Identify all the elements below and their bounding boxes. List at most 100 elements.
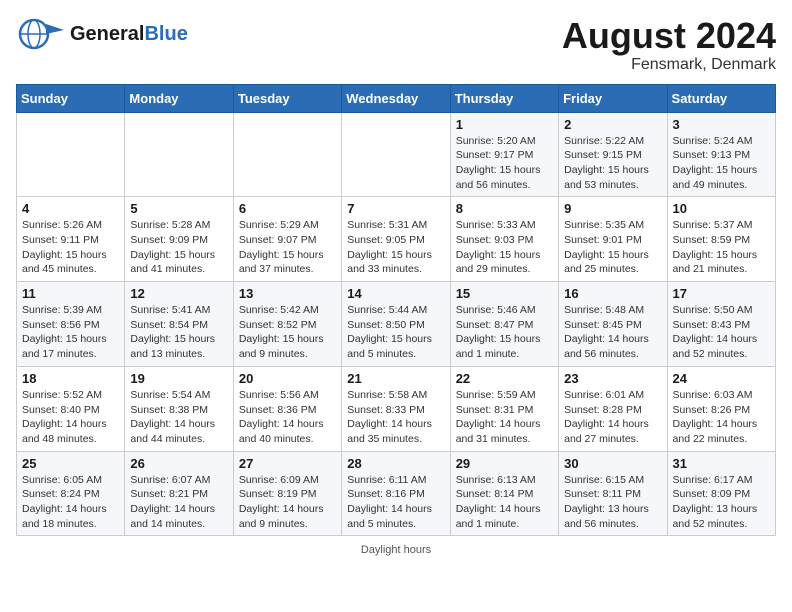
calendar-cell: 1 Sunrise: 5:20 AMSunset: 9:17 PMDaylight… [450,112,558,197]
day-info: Sunrise: 6:11 AMSunset: 8:16 PMDaylight:… [347,473,444,532]
calendar-cell: 18Sunrise: 5:52 AMSunset: 8:40 PMDayligh… [17,366,125,451]
logo-text-block: GeneralBlue [70,23,188,45]
col-sunday: Sunday [17,84,125,112]
calendar-cell: 31 Sunrise: 6:17 AMSunset: 8:09 PMDayligh… [667,451,775,536]
day-info: Sunrise: 5:20 AMSunset: 9:17 PMDaylight:… [456,134,553,193]
calendar-cell [125,112,233,197]
calendar-week-3: 11Sunrise: 5:39 AMSunset: 8:56 PMDayligh… [17,282,776,367]
day-info: Sunrise: 6:07 AMSunset: 8:21 PMDaylight:… [130,473,227,532]
calendar-cell: 22 Sunrise: 5:59 AMSunset: 8:31 PMDayligh… [450,366,558,451]
day-number: 12 [130,286,227,301]
calendar-week-4: 18Sunrise: 5:52 AMSunset: 8:40 PMDayligh… [17,366,776,451]
footer-note: Daylight hours [16,544,776,556]
day-info: Sunrise: 5:35 AMSunset: 9:01 PMDaylight:… [564,218,661,277]
day-number: 31 [673,456,770,471]
day-info: Sunrise: 5:28 AMSunset: 9:09 PMDaylight:… [130,218,227,277]
calendar-cell: 26 Sunrise: 6:07 AMSunset: 8:21 PMDayligh… [125,451,233,536]
calendar-cell [17,112,125,197]
day-number: 28 [347,456,444,471]
day-number: 24 [673,371,770,386]
calendar-cell: 29Sunrise: 6:13 AMSunset: 8:14 PMDayligh… [450,451,558,536]
day-info: Sunrise: 5:46 AMSunset: 8:47 PMDaylight:… [456,303,553,362]
col-monday: Monday [125,84,233,112]
day-number: 22 [456,371,553,386]
calendar-cell [233,112,341,197]
day-info: Sunrise: 6:17 AMSunset: 8:09 PMDaylight:… [673,473,770,532]
day-info: Sunrise: 5:56 AMSunset: 8:36 PMDaylight:… [239,388,336,447]
day-number: 17 [673,286,770,301]
logo-blue: Blue [144,23,187,45]
day-number: 9 [564,201,661,216]
day-info: Sunrise: 6:03 AMSunset: 8:26 PMDaylight:… [673,388,770,447]
day-info: Sunrise: 6:09 AMSunset: 8:19 PMDaylight:… [239,473,336,532]
day-number: 1 [456,117,553,132]
day-info: Sunrise: 6:13 AMSunset: 8:14 PMDaylight:… [456,473,553,532]
day-info: Sunrise: 5:26 AMSunset: 9:11 PMDaylight:… [22,218,119,277]
logo-general: General [70,23,144,45]
day-info: Sunrise: 5:58 AMSunset: 8:33 PMDaylight:… [347,388,444,447]
day-number: 15 [456,286,553,301]
calendar-cell: 15 Sunrise: 5:46 AMSunset: 8:47 PMDayligh… [450,282,558,367]
day-number: 20 [239,371,336,386]
day-info: Sunrise: 5:54 AMSunset: 8:38 PMDaylight:… [130,388,227,447]
day-number: 3 [673,117,770,132]
day-info: Sunrise: 5:39 AMSunset: 8:56 PMDaylight:… [22,303,119,362]
day-info: Sunrise: 6:15 AMSunset: 8:11 PMDaylight:… [564,473,661,532]
day-number: 13 [239,286,336,301]
calendar-cell: 21Sunrise: 5:58 AMSunset: 8:33 PMDayligh… [342,366,450,451]
page-title: August 2024 [562,16,776,56]
col-thursday: Thursday [450,84,558,112]
day-info: Sunrise: 5:44 AMSunset: 8:50 PMDaylight:… [347,303,444,362]
day-number: 26 [130,456,227,471]
calendar-cell: 28 Sunrise: 6:11 AMSunset: 8:16 PMDayligh… [342,451,450,536]
day-number: 19 [130,371,227,386]
day-number: 6 [239,201,336,216]
calendar-cell: 9 Sunrise: 5:35 AMSunset: 9:01 PMDaylight… [559,197,667,282]
calendar-cell: 20 Sunrise: 5:56 AMSunset: 8:36 PMDayligh… [233,366,341,451]
day-info: Sunrise: 5:59 AMSunset: 8:31 PMDaylight:… [456,388,553,447]
day-number: 16 [564,286,661,301]
day-number: 10 [673,201,770,216]
day-info: Sunrise: 5:42 AMSunset: 8:52 PMDaylight:… [239,303,336,362]
col-wednesday: Wednesday [342,84,450,112]
day-number: 2 [564,117,661,132]
day-number: 8 [456,201,553,216]
calendar-cell: 16Sunrise: 5:48 AMSunset: 8:45 PMDayligh… [559,282,667,367]
calendar-cell: 14Sunrise: 5:44 AMSunset: 8:50 PMDayligh… [342,282,450,367]
day-info: Sunrise: 5:33 AMSunset: 9:03 PMDaylight:… [456,218,553,277]
calendar-cell: 10 Sunrise: 5:37 AMSunset: 8:59 PMDayligh… [667,197,775,282]
calendar-cell: 30 Sunrise: 6:15 AMSunset: 8:11 PMDayligh… [559,451,667,536]
day-number: 30 [564,456,661,471]
day-info: Sunrise: 5:37 AMSunset: 8:59 PMDaylight:… [673,218,770,277]
calendar-week-5: 25Sunrise: 6:05 AMSunset: 8:24 PMDayligh… [17,451,776,536]
calendar-body: 1 Sunrise: 5:20 AMSunset: 9:17 PMDaylight… [17,112,776,536]
col-tuesday: Tuesday [233,84,341,112]
days-of-week-row: Sunday Monday Tuesday Wednesday Thursday… [17,84,776,112]
day-info: Sunrise: 5:52 AMSunset: 8:40 PMDaylight:… [22,388,119,447]
day-info: Sunrise: 5:29 AMSunset: 9:07 PMDaylight:… [239,218,336,277]
calendar-cell: 24 Sunrise: 6:03 AMSunset: 8:26 PMDayligh… [667,366,775,451]
day-info: Sunrise: 5:31 AMSunset: 9:05 PMDaylight:… [347,218,444,277]
day-info: Sunrise: 5:41 AMSunset: 8:54 PMDaylight:… [130,303,227,362]
day-number: 27 [239,456,336,471]
calendar-cell: 27 Sunrise: 6:09 AMSunset: 8:19 PMDayligh… [233,451,341,536]
page-header: GeneralBlue August 2024 Fensmark, Denmar… [16,16,776,74]
calendar-cell: 23Sunrise: 6:01 AMSunset: 8:28 PMDayligh… [559,366,667,451]
calendar-cell: 12 Sunrise: 5:41 AMSunset: 8:54 PMDayligh… [125,282,233,367]
calendar-header: Sunday Monday Tuesday Wednesday Thursday… [17,84,776,112]
day-info: Sunrise: 5:50 AMSunset: 8:43 PMDaylight:… [673,303,770,362]
day-number: 4 [22,201,119,216]
calendar-cell: 17 Sunrise: 5:50 AMSunset: 8:43 PMDayligh… [667,282,775,367]
calendar-cell: 19 Sunrise: 5:54 AMSunset: 8:38 PMDayligh… [125,366,233,451]
day-number: 5 [130,201,227,216]
logo-icon [16,16,64,52]
col-saturday: Saturday [667,84,775,112]
calendar-cell: 7Sunrise: 5:31 AMSunset: 9:05 PMDaylight… [342,197,450,282]
calendar-cell: 2Sunrise: 5:22 AMSunset: 9:15 PMDaylight… [559,112,667,197]
calendar-cell: 25Sunrise: 6:05 AMSunset: 8:24 PMDayligh… [17,451,125,536]
day-info: Sunrise: 6:01 AMSunset: 8:28 PMDaylight:… [564,388,661,447]
logo: GeneralBlue [16,16,188,52]
day-number: 25 [22,456,119,471]
calendar-week-1: 1 Sunrise: 5:20 AMSunset: 9:17 PMDaylight… [17,112,776,197]
day-info: Sunrise: 5:24 AMSunset: 9:13 PMDaylight:… [673,134,770,193]
